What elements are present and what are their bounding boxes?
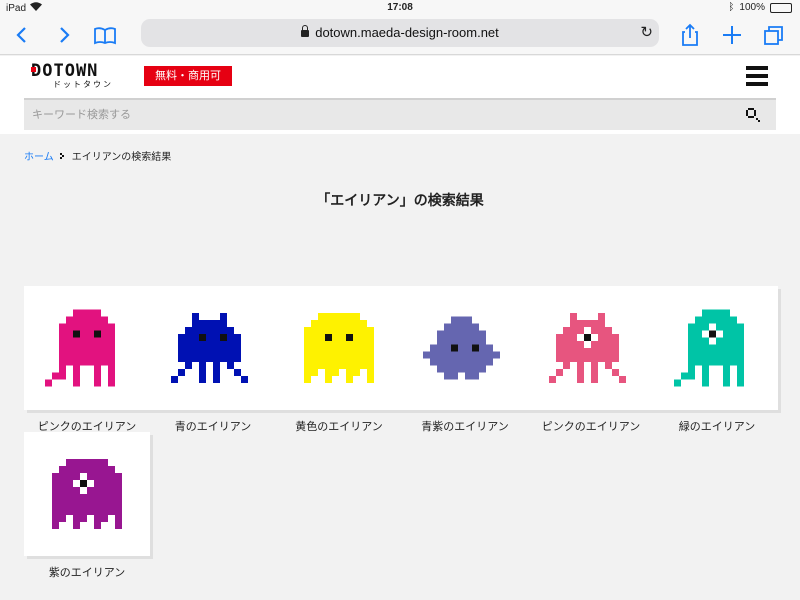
breadcrumb-separator-icon <box>59 152 64 159</box>
alien-result-label[interactable]: 紫のエイリアン <box>24 564 150 580</box>
alien-icon <box>52 459 122 529</box>
alien-icon <box>423 316 500 380</box>
menu-button[interactable] <box>746 66 768 86</box>
alien-icon <box>45 309 115 387</box>
alien-result-label[interactable]: 緑のエイリアン <box>654 418 780 434</box>
alien-icon <box>549 313 626 383</box>
alien-result-label[interactable]: 青のエイリアン <box>150 418 276 434</box>
dotown-logo[interactable]: DOTOWN ドットタウン <box>31 62 131 92</box>
search-box <box>24 98 776 130</box>
alien-icon <box>304 313 374 383</box>
alien-icon <box>674 309 744 387</box>
new-tab-button[interactable] <box>718 21 746 49</box>
alien-result-card[interactable] <box>528 286 654 410</box>
alien-result-label[interactable]: 青紫のエイリアン <box>402 418 528 434</box>
alien-icon <box>171 313 248 383</box>
bookmarks-button[interactable] <box>91 21 119 49</box>
tabs-icon <box>764 26 783 45</box>
alien-result-label[interactable]: 黄色のエイリアン <box>276 418 402 434</box>
breadcrumb-home-link[interactable]: ホーム <box>24 148 54 163</box>
lock-icon <box>301 25 310 37</box>
chevron-right-icon <box>60 27 70 43</box>
reload-icon[interactable]: ↻ <box>640 19 653 47</box>
chevron-left-icon <box>16 27 26 43</box>
alien-result-card[interactable] <box>24 432 150 556</box>
search-section <box>0 96 800 134</box>
alien-result-card[interactable] <box>276 286 402 410</box>
alien-result-card[interactable] <box>24 286 150 410</box>
plus-icon <box>723 26 741 44</box>
share-icon <box>682 23 698 46</box>
free-commercial-badge: 無料・商用可 <box>144 66 232 86</box>
bluetooth-icon: ᛒ <box>728 2 735 13</box>
browser-toolbar: dotown.maeda-design-room.net ↻ <box>0 16 800 55</box>
breadcrumb-current: エイリアンの検索結果 <box>71 152 172 163</box>
page-title: 「エイリアン」の検索結果 <box>316 193 484 209</box>
address-bar[interactable]: dotown.maeda-design-room.net ↻ <box>141 19 659 47</box>
back-button[interactable] <box>8 21 36 49</box>
url-text: dotown.maeda-design-room.net <box>315 25 499 40</box>
logo-text: DOTOWN <box>31 61 99 81</box>
alien-result-label[interactable]: ピンクのエイリアン <box>528 418 654 434</box>
battery-icon <box>770 2 792 13</box>
forward-button[interactable] <box>50 21 78 49</box>
alien-result-card[interactable] <box>150 286 276 410</box>
share-button[interactable] <box>676 21 704 49</box>
alien-result-card[interactable] <box>654 286 778 410</box>
clock: 17:08 <box>387 2 413 13</box>
search-icon[interactable] <box>746 108 760 122</box>
book-icon <box>94 27 116 45</box>
search-input[interactable] <box>24 100 704 128</box>
tabs-button[interactable] <box>760 21 788 49</box>
battery-percent: 100% <box>739 2 765 13</box>
alien-result-card[interactable] <box>402 286 528 410</box>
breadcrumb: ホーム エイリアンの検索結果 <box>24 148 171 163</box>
site-header: DOTOWN ドットタウン 無料・商用可 <box>0 56 800 98</box>
logo-kana: ドットタウン <box>53 80 113 89</box>
status-bar: iPad 17:08 ᛒ 100% <box>0 0 800 16</box>
